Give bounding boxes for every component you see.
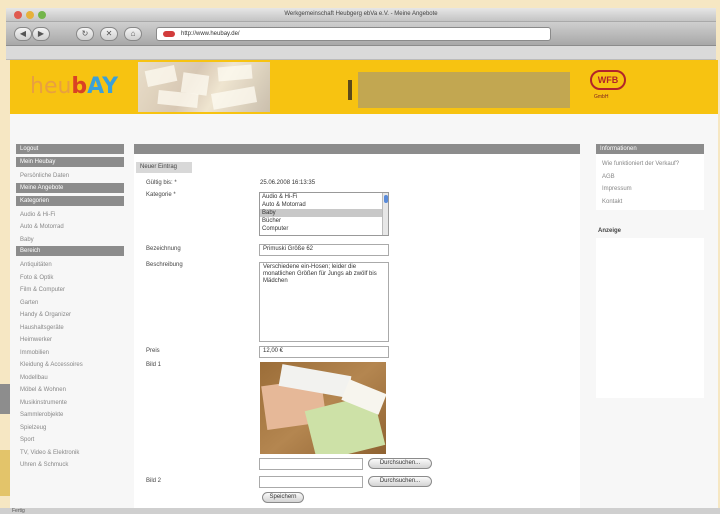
sidebar-item-meine-angebote[interactable]: Meine Angebote: [16, 182, 124, 193]
bild1-file-field[interactable]: [259, 458, 363, 470]
status-text: Fertig: [12, 508, 25, 514]
brand-sub: GmbH: [594, 94, 609, 100]
brand-logo[interactable]: WFB GmbH: [588, 68, 628, 104]
sidebar-category-item[interactable]: Kleidung & Accessoires: [16, 359, 124, 372]
info-link[interactable]: AGB: [596, 171, 704, 184]
sidebar-category-item[interactable]: Sammlerobjekte: [16, 409, 124, 422]
sidebar-category-item[interactable]: Handy & Organizer: [16, 309, 124, 322]
scrollbar-thumb[interactable]: [384, 195, 388, 203]
sidebar-category-item[interactable]: Sport: [16, 434, 124, 447]
background-window-edge-2: [0, 450, 10, 496]
gueltig-label: Gültig bis: *: [146, 180, 177, 186]
bild1-label: Bild 1: [146, 362, 162, 368]
content-header-bar: [134, 144, 580, 154]
mein-heubay-header: Mein Heubay: [16, 157, 124, 167]
bookmarks-bar: [6, 46, 716, 60]
kategorie-label: Kategorie *: [146, 192, 176, 198]
sidebar-category-item[interactable]: Garten: [16, 297, 124, 310]
right-sidebar: Informationen Wie funktioniert der Verka…: [596, 144, 704, 398]
bild1-preview-image: [260, 362, 386, 454]
bild2-label: Bild 2: [146, 478, 162, 484]
ads-header: Anzeige: [598, 228, 622, 234]
beschreibung-textarea[interactable]: Verschiedene ein-Hosen; leider die monat…: [259, 262, 389, 342]
sidebar-item-persoenliche-daten[interactable]: Persönliche Daten: [16, 170, 124, 183]
sidebar-category-item[interactable]: Musikinstrumente: [16, 397, 124, 410]
category-option-selected[interactable]: Baby: [260, 209, 388, 217]
status-bar: Fertig: [0, 508, 720, 514]
sidebar-category-item[interactable]: Auto & Motorrad: [16, 221, 124, 234]
ads-box: [596, 238, 704, 398]
category-option[interactable]: Bücher: [260, 217, 388, 225]
sidebar-category-item[interactable]: Spielzeug: [16, 422, 124, 435]
info-links: Wie funktioniert der Verkauf? AGB Impres…: [596, 154, 704, 210]
category-option[interactable]: Auto & Motorrad: [260, 201, 388, 209]
preis-label: Preis: [146, 348, 160, 354]
bezeichnung-label: Bezeichnung: [146, 246, 181, 252]
category-option[interactable]: Computer: [260, 225, 388, 233]
sidebar-category-item[interactable]: Audio & Hi-Fi: [16, 209, 124, 222]
logo-part-heu: heu: [30, 74, 72, 99]
brand-mark: WFB: [590, 70, 626, 90]
ad-marker: [348, 80, 352, 100]
category-option[interactable]: Audio & Hi-Fi: [260, 193, 388, 201]
home-button[interactable]: ⌂: [124, 27, 142, 41]
forward-button[interactable]: ▶: [32, 27, 50, 41]
gueltig-value: 25.06.2008 16:13:35: [260, 180, 316, 186]
site-banner: heubAY WFB GmbH: [10, 60, 718, 114]
bild1-browse-button[interactable]: Durchsuchen...: [368, 458, 432, 469]
sidebar-category-item[interactable]: Modellbau: [16, 372, 124, 385]
window-titlebar: Werkgemeinschaft Heubgerg ebVa e.V. - Me…: [6, 8, 716, 22]
left-sidebar: Logout Mein Heubay Persönliche Daten Mei…: [16, 144, 124, 472]
sidebar-category-item[interactable]: Foto & Optik: [16, 272, 124, 285]
listbox-scrollbar[interactable]: [382, 193, 388, 235]
logo-part-b: b: [71, 74, 88, 99]
save-button[interactable]: Speichern: [262, 492, 304, 503]
preis-input[interactable]: 12,00 €: [259, 346, 389, 358]
banner-collage-image: [138, 62, 270, 112]
back-button[interactable]: ◀: [14, 27, 32, 41]
browser-toolbar: ◀ ▶ ↻ ✕ ⌂ http://www.heubay.de/: [6, 22, 716, 46]
address-url: http://www.heubay.de/: [181, 31, 240, 37]
logout-link[interactable]: Logout: [16, 144, 124, 154]
sidebar-category-item[interactable]: Heimwerker: [16, 334, 124, 347]
logo-part-ay: AY: [87, 74, 119, 99]
sidebar-category-item[interactable]: Immobilien: [16, 347, 124, 360]
stop-button[interactable]: ✕: [100, 27, 118, 41]
window-title: Werkgemeinschaft Heubgerg ebVa e.V. - Me…: [284, 11, 438, 17]
address-bar[interactable]: http://www.heubay.de/: [156, 27, 551, 41]
sidebar-category-item[interactable]: Antiquitäten: [16, 259, 124, 272]
kategorien-header: Kategorien: [16, 195, 124, 206]
banner-ad[interactable]: [358, 72, 570, 108]
info-link[interactable]: Wie funktioniert der Verkauf?: [596, 158, 704, 171]
background-window-edge: [0, 384, 10, 414]
tab-neuer-eintrag[interactable]: Neuer Eintrag: [136, 162, 192, 173]
sidebar-category-item[interactable]: Baby: [16, 234, 124, 247]
bild2-file-field[interactable]: [259, 476, 363, 488]
sidebar-category-item[interactable]: TV, Video & Elektronik: [16, 447, 124, 460]
favicon-icon: [163, 31, 175, 37]
sidebar-category-item[interactable]: Haushaltsgeräte: [16, 322, 124, 335]
site-logo[interactable]: heubAY: [30, 74, 118, 99]
category-listbox[interactable]: Audio & Hi-Fi Auto & Motorrad Baby Büche…: [259, 192, 389, 236]
info-header: Informationen: [596, 144, 704, 154]
listing-form: Neuer Eintrag Gültig bis: * 25.06.2008 1…: [134, 144, 580, 510]
info-link[interactable]: Impressum: [596, 183, 704, 196]
bild2-browse-button[interactable]: Durchsuchen...: [368, 476, 432, 487]
sidebar-category-item[interactable]: Möbel & Wohnen: [16, 384, 124, 397]
beschreibung-label: Beschreibung: [146, 262, 183, 268]
reload-button[interactable]: ↻: [76, 27, 94, 41]
bereich-header: Bereich: [16, 246, 124, 256]
sidebar-category-item[interactable]: Film & Computer: [16, 284, 124, 297]
info-link[interactable]: Kontakt: [596, 196, 704, 209]
sidebar-category-item[interactable]: Uhren & Schmuck: [16, 459, 124, 472]
bezeichnung-input[interactable]: Primuski Größe 62: [259, 244, 389, 256]
